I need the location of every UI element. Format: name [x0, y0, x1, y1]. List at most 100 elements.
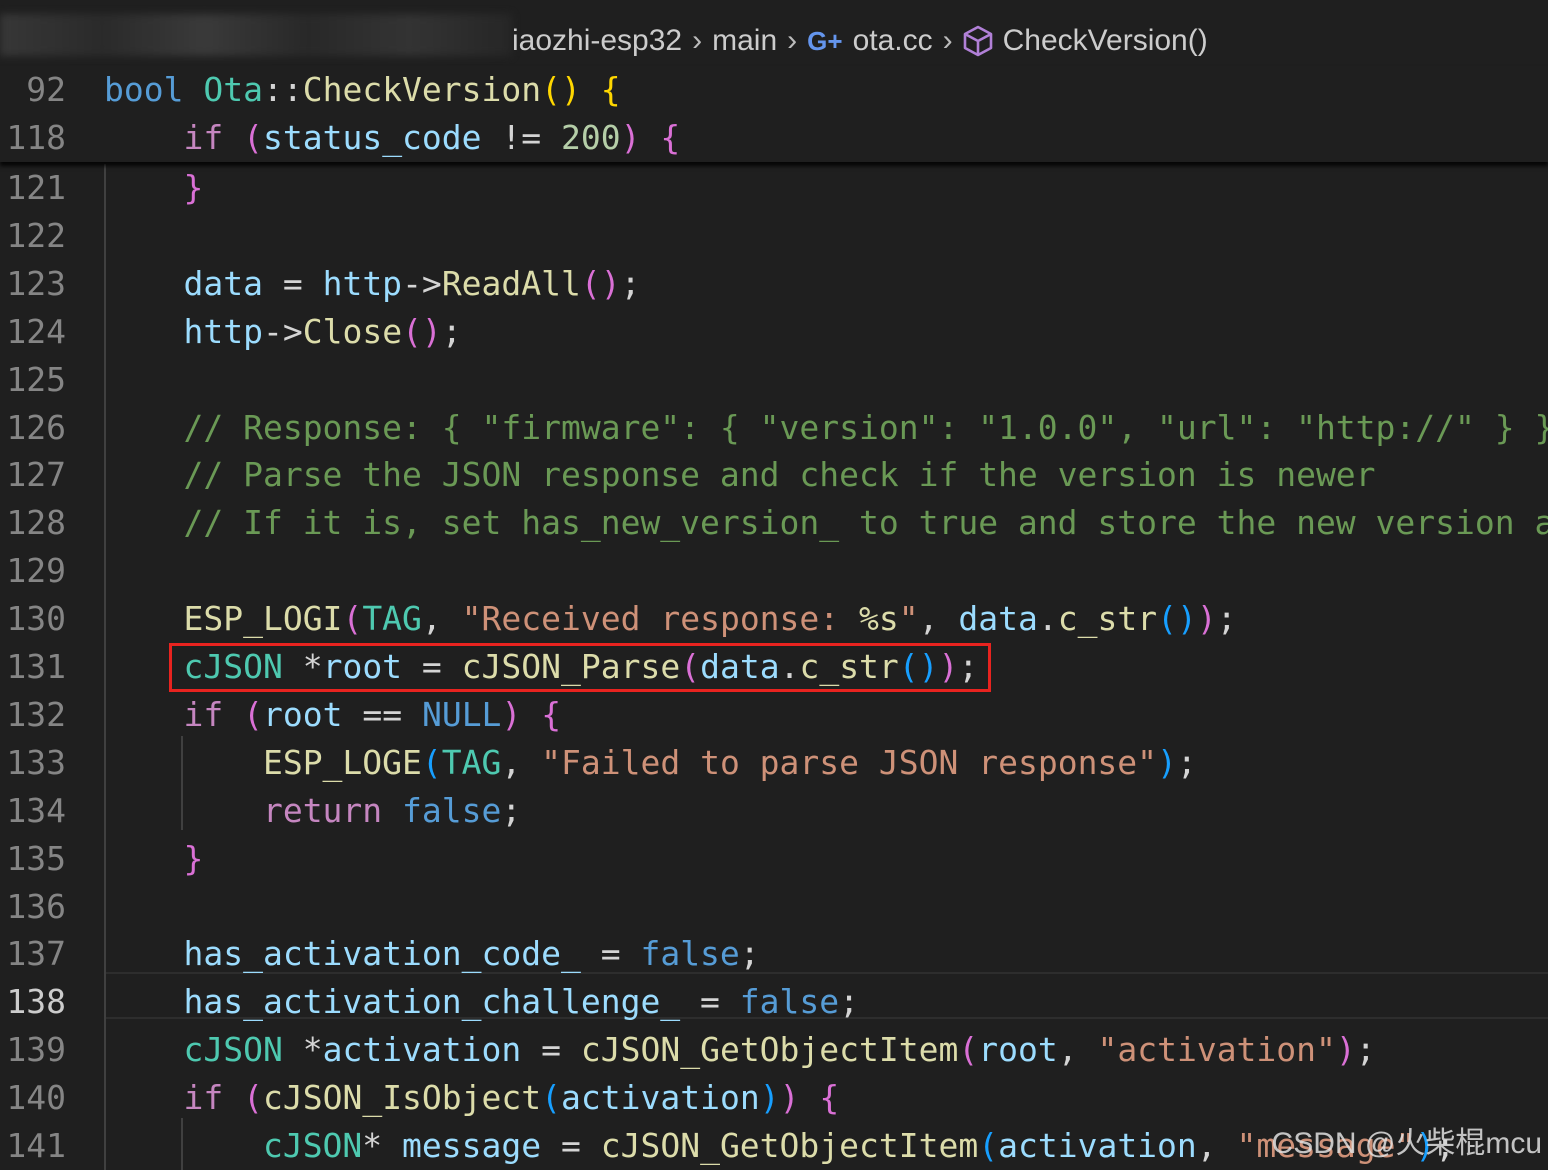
line-number: 127: [6, 455, 66, 495]
sticky-scroll-header[interactable]: 92 bool Ota::CheckVersion() {118 if (stat…: [0, 66, 1548, 162]
code-token: ;: [441, 311, 462, 351]
code-token: (: [978, 1126, 999, 1165]
line-number: 128: [6, 503, 66, 543]
line-number: 140: [6, 1078, 66, 1118]
line-number: 136: [6, 886, 66, 926]
code-token: }: [183, 168, 204, 207]
code-text: // Parse the JSON response and check if …: [104, 451, 1376, 499]
chevron-right-icon: ›: [787, 24, 798, 57]
code-token: cJSON_GetObjectItem: [580, 1030, 959, 1070]
code-line[interactable]: 118 if (status_code != 200) {: [0, 114, 1548, 162]
code-token: // Response: { "firmware": { "version": …: [183, 407, 1548, 447]
code-line[interactable]: 129: [0, 547, 1548, 595]
code-text: has_activation_code_ = false;: [104, 930, 760, 978]
code-token: data: [183, 263, 263, 303]
code-token: 200: [561, 118, 621, 157]
code-line[interactable]: 125: [0, 356, 1548, 404]
code-token: cJSON_GetObjectItem: [600, 1126, 979, 1165]
code-token: ): [1335, 1030, 1356, 1070]
code-line[interactable]: 134 return false;: [0, 787, 1548, 835]
code-token: activation: [561, 1078, 760, 1118]
blurred-path-region: [0, 14, 512, 56]
code-token: (): [1157, 599, 1197, 639]
breadcrumb-folder[interactable]: iaozhi-esp32: [512, 24, 682, 58]
code-token: false: [640, 934, 740, 974]
code-token: ;: [739, 934, 760, 974]
code-token: root: [978, 1030, 1058, 1070]
code-token: ): [501, 694, 522, 734]
code-token: has_activation_code_: [183, 934, 581, 974]
code-line[interactable]: 136: [0, 883, 1548, 931]
line-number: 130: [6, 599, 66, 639]
code-token: %s: [859, 599, 899, 639]
code-token: ): [779, 1078, 800, 1118]
code-token: "Received response:: [461, 599, 860, 639]
code-line[interactable]: 122: [0, 212, 1548, 260]
code-token: =: [680, 982, 740, 1022]
code-token: (): [541, 70, 581, 109]
code-token: (: [243, 1078, 263, 1118]
code-line[interactable]: 130 ESP_LOGI(TAG, "Received response: %s…: [0, 595, 1548, 643]
breadcrumb-symbol[interactable]: CheckVersion(): [1003, 24, 1208, 58]
code-token: .: [1037, 599, 1058, 639]
code-token: *: [282, 1030, 323, 1070]
code-token: (: [243, 118, 263, 157]
code-line[interactable]: 124 http->Close();: [0, 308, 1548, 356]
code-text: cJSON* message = cJSON_GetObjectItem(act…: [104, 1122, 1455, 1170]
code-line[interactable]: 121 }: [0, 164, 1548, 212]
code-token: TAG: [362, 599, 422, 639]
line-number: 132: [6, 694, 66, 734]
code-token: ;: [501, 790, 522, 830]
code-token: data: [958, 599, 1038, 639]
code-line[interactable]: 123 data = http->ReadAll();: [0, 260, 1548, 308]
code-text: cJSON *activation = cJSON_GetObjectItem(…: [104, 1026, 1375, 1074]
breadcrumb-bar: iaozhi-esp32 › main › G+ ota.cc › CheckV…: [0, 0, 1548, 72]
code-token: bool: [104, 70, 184, 109]
code-token: ReadAll: [441, 263, 581, 303]
code-token: false: [402, 790, 502, 830]
code-text: }: [104, 164, 203, 212]
code-line[interactable]: 135 }: [0, 835, 1548, 883]
code-token: // Parse the JSON response and check if …: [183, 455, 1376, 495]
line-number: 92: [26, 70, 66, 109]
code-line[interactable]: 139 cJSON *activation = cJSON_GetObjectI…: [0, 1026, 1548, 1074]
code-line[interactable]: 133 ESP_LOGE(TAG, "Failed to parse JSON …: [0, 739, 1548, 787]
code-token: ): [620, 118, 641, 157]
code-line[interactable]: 128 // If it is, set has_new_version_ to…: [0, 499, 1548, 547]
code-line[interactable]: 126 // Response: { "firmware": { "versio…: [0, 404, 1548, 452]
breadcrumb-subfolder[interactable]: main: [712, 24, 777, 58]
code-line[interactable]: 137 has_activation_code_ = false;: [0, 930, 1548, 978]
code-token: =: [580, 934, 641, 974]
code-line[interactable]: 138 has_activation_challenge_ = false;: [0, 978, 1548, 1026]
code-line[interactable]: 140 if (cJSON_IsObject(activation)) {: [0, 1074, 1548, 1122]
code-token: activation: [998, 1126, 1197, 1165]
code-text: return false;: [104, 787, 521, 835]
code-token: ,: [1057, 1030, 1098, 1070]
code-text: ESP_LOGI(TAG, "Received response: %s", d…: [104, 595, 1236, 643]
code-token: {: [819, 1078, 840, 1118]
breadcrumb-file[interactable]: ota.cc: [853, 24, 933, 58]
code-line[interactable]: 127 // Parse the JSON response and check…: [0, 451, 1548, 499]
code-line[interactable]: 132 if (root == NULL) {: [0, 691, 1548, 739]
code-text: }: [104, 835, 203, 883]
code-token: !=: [481, 118, 562, 157]
chevron-right-icon: ›: [942, 24, 953, 57]
code-line[interactable]: 92 bool Ota::CheckVersion() {: [0, 66, 1548, 114]
code-token: Close: [302, 311, 403, 351]
